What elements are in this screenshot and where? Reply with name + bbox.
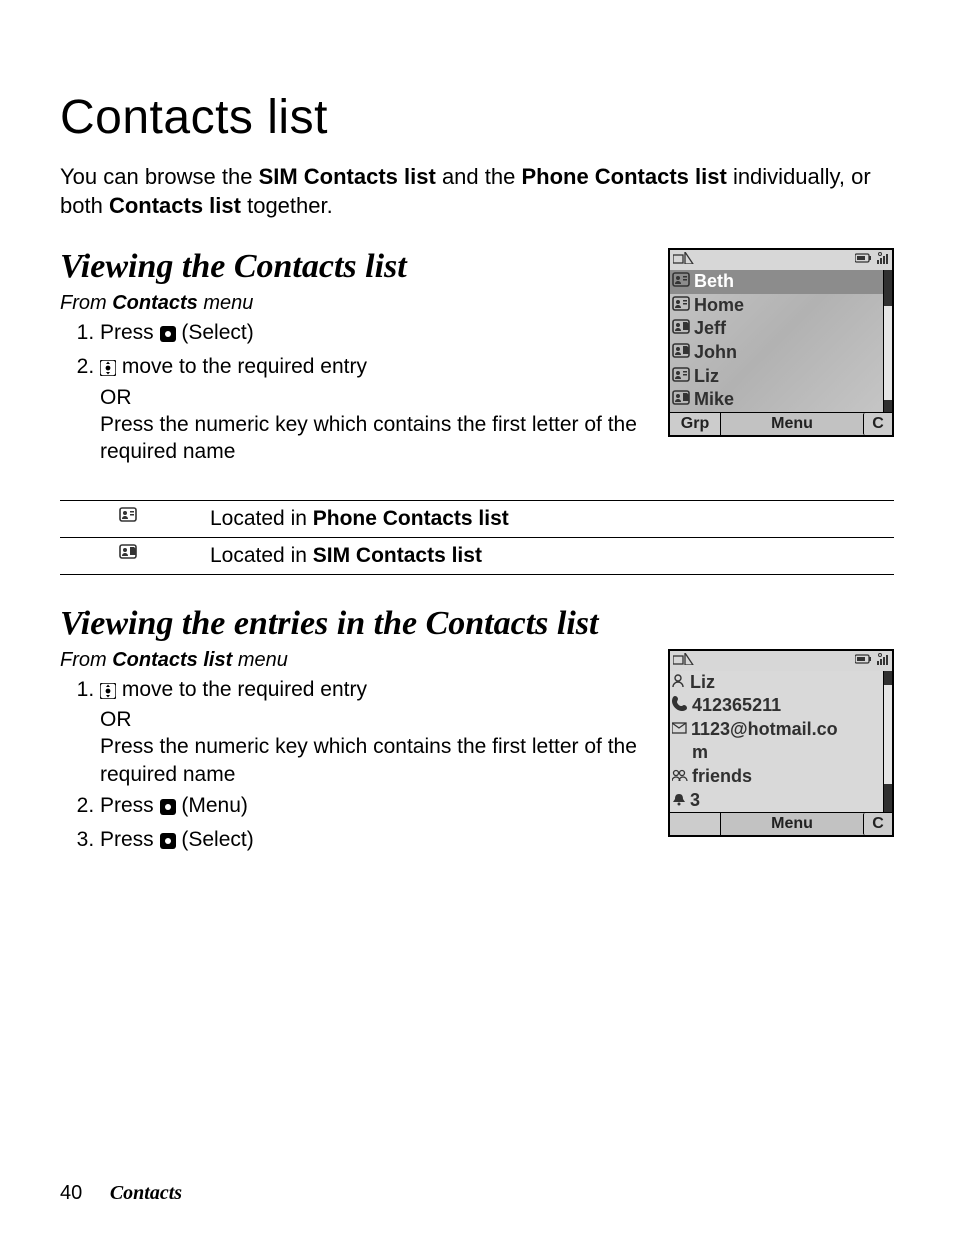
intro-text: together. xyxy=(247,193,333,218)
entry-email-row-2: m xyxy=(670,741,883,765)
section-heading-1: Viewing the Contacts list xyxy=(60,248,652,286)
from-line-1: From Contacts menu xyxy=(60,292,652,315)
sim-contact-icon xyxy=(672,389,690,411)
home-icon xyxy=(673,251,695,269)
phone-contact-icon xyxy=(672,295,690,317)
status-bar xyxy=(670,250,892,270)
legend-row-phone: Located in Phone Contacts list xyxy=(60,500,894,537)
page-footer: 40 Contacts xyxy=(60,1182,182,1205)
phone-contact-icon xyxy=(119,507,141,530)
scrollbar[interactable] xyxy=(883,671,892,813)
group-icon xyxy=(672,766,688,788)
intro-text: You can browse the xyxy=(60,164,259,189)
nav-key-icon xyxy=(100,356,116,383)
status-bar xyxy=(670,651,892,671)
bell-icon xyxy=(672,790,686,812)
contact-row[interactable]: John xyxy=(670,341,883,365)
signal-icon xyxy=(877,251,889,269)
intro-paragraph: You can browse the SIM Contacts list and… xyxy=(60,163,894,220)
section-heading-2: Viewing the entries in the Contacts list xyxy=(60,605,894,643)
step-1: move to the required entry OR Press the … xyxy=(100,676,652,788)
phone-contact-icon xyxy=(672,271,690,293)
person-icon xyxy=(672,672,686,694)
phone-screenshot-contact-entry: Liz 412365211 1123@hotmail.co m xyxy=(668,649,894,838)
softkey-clear[interactable]: C xyxy=(863,813,892,835)
center-button-icon xyxy=(160,829,176,856)
softkey-bar: Grp Menu C xyxy=(670,412,892,435)
sim-contact-icon xyxy=(672,342,690,364)
icon-legend-table: Located in Phone Contacts list Located i… xyxy=(60,500,894,575)
page-number: 40 xyxy=(60,1182,82,1204)
battery-icon xyxy=(855,652,871,670)
from-line-2: From Contacts list menu xyxy=(60,649,652,672)
entry-ringtone-row: 3 xyxy=(670,789,883,813)
softkey-left[interactable] xyxy=(670,813,721,835)
steps-list-1: Press (Select) move to the required entr… xyxy=(60,319,652,465)
softkey-left[interactable]: Grp xyxy=(670,413,721,435)
step-3: Press (Select) xyxy=(100,826,652,856)
intro-bold-sim: SIM Contacts list xyxy=(259,164,436,189)
entry-email-row: 1123@hotmail.co xyxy=(670,718,883,742)
sim-contact-icon xyxy=(119,544,141,567)
mail-icon xyxy=(672,719,687,741)
center-button-icon xyxy=(160,795,176,822)
intro-bold-phone: Phone Contacts list xyxy=(521,164,726,189)
contact-row[interactable]: Jeff xyxy=(670,317,883,341)
sim-contact-icon xyxy=(672,318,690,340)
phone-contact-icon xyxy=(672,366,690,388)
center-button-icon xyxy=(160,322,176,349)
softkey-clear[interactable]: C xyxy=(863,413,892,435)
footer-section-name: Contacts xyxy=(110,1182,182,1204)
intro-bold-contacts: Contacts list xyxy=(109,193,241,218)
contact-row[interactable]: Home xyxy=(670,294,883,318)
battery-icon xyxy=(855,251,871,269)
contact-row-selected[interactable]: Beth xyxy=(670,270,883,294)
step-2: Press (Menu) xyxy=(100,792,652,822)
entry-number-row: 412365211 xyxy=(670,694,883,718)
intro-text: and the xyxy=(442,164,522,189)
steps-list-2: move to the required entry OR Press the … xyxy=(60,676,652,857)
contact-row[interactable]: Mike xyxy=(670,388,883,412)
phone-screenshot-contacts-list: Beth Home Jeff John xyxy=(668,248,894,437)
softkey-bar: Menu C xyxy=(670,812,892,835)
step-1: Press (Select) xyxy=(100,319,652,349)
nav-key-icon xyxy=(100,679,116,706)
signal-icon xyxy=(877,652,889,670)
step-2: move to the required entry OR Press the … xyxy=(100,353,652,465)
contact-row[interactable]: Liz xyxy=(670,365,883,389)
manual-page: Contacts list You can browse the SIM Con… xyxy=(0,0,954,1245)
entry-group-row: friends xyxy=(670,765,883,789)
entry-name-row: Liz xyxy=(670,671,883,695)
softkey-menu[interactable]: Menu xyxy=(721,813,863,835)
softkey-menu[interactable]: Menu xyxy=(721,413,863,435)
home-icon xyxy=(673,652,695,670)
page-title: Contacts list xyxy=(60,90,894,145)
handset-icon xyxy=(672,695,688,717)
scrollbar[interactable] xyxy=(883,270,892,412)
legend-row-sim: Located in SIM Contacts list xyxy=(60,537,894,574)
